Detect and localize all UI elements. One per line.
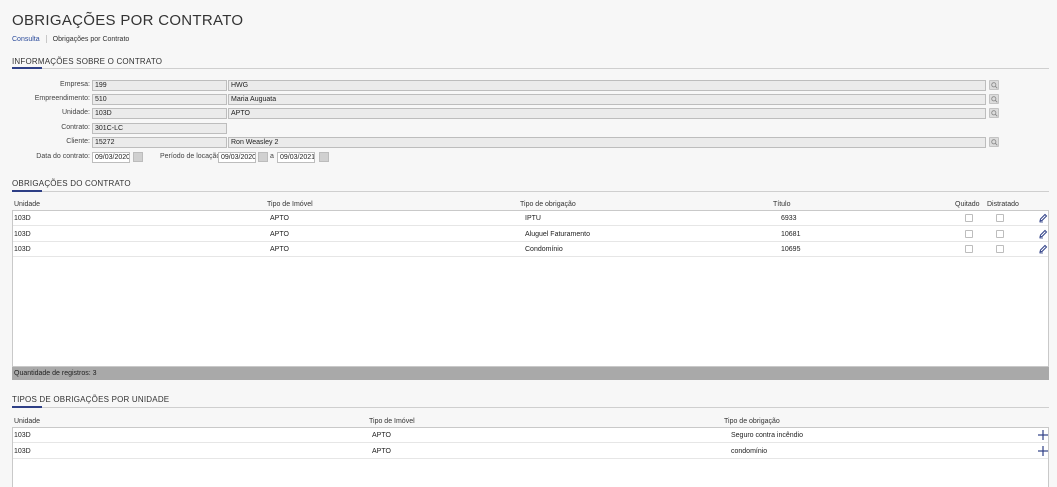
empresa-code-field[interactable]: 199: [92, 80, 227, 91]
cell-titulo: 6933: [781, 215, 797, 222]
col-header-unidade[interactable]: Unidade: [14, 418, 40, 425]
unidade-lookup-button[interactable]: [989, 108, 999, 118]
cell-tipo-obrigacao: IPTU: [525, 215, 541, 222]
page-title: OBRIGAÇÕES POR CONTRATO: [12, 12, 244, 29]
col-header-tipo-obrigacao[interactable]: Tipo de obrigação: [724, 418, 780, 425]
table-row[interactable]: 103D APTO Seguro contra incêndio: [13, 428, 1048, 443]
unidade-code-field[interactable]: 103D: [92, 108, 227, 119]
section-divider: [12, 68, 1049, 69]
breadcrumb: Consulta Obrigações por Contrato: [12, 35, 129, 43]
cell-tipo-imovel: APTO: [270, 246, 289, 253]
tipos-grid: 103D APTO Seguro contra incêndio 103D AP…: [12, 427, 1049, 487]
breadcrumb-current: Obrigações por Contrato: [52, 35, 130, 43]
empresa-label: Empresa:: [60, 81, 90, 88]
row-contrato: Contrato: 301C-LC: [0, 123, 1057, 134]
empresa-lookup-button[interactable]: [989, 80, 999, 90]
col-header-quitado[interactable]: Quitado: [955, 201, 980, 208]
table-row[interactable]: 103D APTO condomínio: [13, 444, 1048, 459]
row-cliente: Cliente: 15272 Ron Weasley 2: [0, 137, 1057, 148]
col-header-tipo-obrigacao[interactable]: Tipo de obrigação: [520, 201, 576, 208]
row-datas: Data do contrato: 09/03/2020 Período de …: [0, 152, 1057, 163]
section-title-obrigacoes: OBRIGAÇÕES DO CONTRATO: [12, 179, 131, 188]
pencil-icon[interactable]: [1038, 244, 1048, 254]
periodo-separator: a: [270, 153, 274, 160]
calendar-icon[interactable]: [319, 152, 329, 162]
periodo-end-field[interactable]: 09/03/2021: [277, 152, 315, 163]
calendar-icon[interactable]: [258, 152, 268, 162]
calendar-icon[interactable]: [133, 152, 143, 162]
records-count-bar: Quantidade de registros: 3: [12, 367, 1049, 380]
distratado-checkbox[interactable]: [996, 214, 1004, 222]
cell-titulo: 10681: [781, 231, 801, 238]
cell-tipo-obrigacao: condomínio: [731, 448, 768, 455]
cell-unidade: 103D: [14, 246, 31, 253]
periodo-label: Período de locação:: [160, 153, 223, 160]
cell-tipo-imovel: APTO: [270, 215, 289, 222]
pencil-icon[interactable]: [1038, 229, 1048, 239]
table-row[interactable]: 103D APTO Aluguel Faturamento 10681: [13, 227, 1048, 242]
section-accent: [12, 67, 42, 69]
cliente-code-field[interactable]: 15272: [92, 137, 227, 148]
cell-tipo-imovel: APTO: [372, 432, 391, 439]
distratado-checkbox[interactable]: [996, 245, 1004, 253]
quitado-checkbox[interactable]: [965, 214, 973, 222]
cell-tipo-imovel: APTO: [270, 231, 289, 238]
cell-unidade: 103D: [14, 215, 31, 222]
cell-unidade: 103D: [14, 231, 31, 238]
col-header-tipo-imovel[interactable]: Tipo de Imóvel: [267, 201, 313, 208]
table-row[interactable]: 103D APTO IPTU 6933: [13, 211, 1048, 226]
pencil-icon[interactable]: [1038, 213, 1048, 223]
section-divider: [12, 191, 1049, 192]
quitado-checkbox[interactable]: [965, 230, 973, 238]
row-empreendimento: Empreendimento: 510 Maria Auguata: [0, 94, 1057, 105]
search-icon: [990, 81, 998, 89]
data-contrato-label: Data do contrato:: [36, 153, 90, 160]
search-icon: [990, 109, 998, 117]
section-title-info: INFORMAÇÕES SOBRE O CONTRATO: [12, 57, 163, 66]
search-icon: [990, 138, 998, 146]
data-contrato-field[interactable]: 09/03/2020: [92, 152, 130, 163]
contrato-label: Contrato:: [61, 124, 90, 131]
plus-icon[interactable]: [1037, 445, 1049, 457]
unidade-label: Unidade:: [61, 109, 90, 116]
periodo-start-field[interactable]: 09/03/2020: [218, 152, 256, 163]
col-header-titulo[interactable]: Título: [773, 201, 791, 208]
section-title-tipos: TIPOS DE OBRIGAÇÕES POR UNIDADE: [12, 395, 170, 404]
empreendimento-lookup-button[interactable]: [989, 94, 999, 104]
section-divider: [12, 407, 1049, 408]
cell-tipo-obrigacao: Seguro contra incêndio: [731, 432, 803, 439]
row-empresa: Empresa: 199 HWG: [0, 80, 1057, 91]
cell-unidade: 103D: [14, 432, 31, 439]
breadcrumb-link-consulta[interactable]: Consulta: [12, 36, 40, 43]
cliente-lookup-button[interactable]: [989, 137, 999, 147]
cliente-label: Cliente:: [66, 138, 90, 145]
search-icon: [990, 95, 998, 103]
cell-unidade: 103D: [14, 448, 31, 455]
unidade-name-field[interactable]: APTO: [228, 108, 986, 119]
section-accent: [12, 190, 42, 192]
table-row[interactable]: 103D APTO Condomínio 10695: [13, 242, 1048, 257]
breadcrumb-separator: [45, 35, 47, 43]
col-header-tipo-imovel[interactable]: Tipo de Imóvel: [369, 418, 415, 425]
row-unidade: Unidade: 103D APTO: [0, 108, 1057, 119]
quitado-checkbox[interactable]: [965, 245, 973, 253]
empresa-name-field[interactable]: HWG: [228, 80, 986, 91]
cell-titulo: 10695: [781, 246, 801, 253]
cell-tipo-obrigacao: Condomínio: [525, 246, 563, 253]
plus-icon[interactable]: [1037, 429, 1049, 441]
empreendimento-name-field[interactable]: Maria Auguata: [228, 94, 986, 105]
cell-tipo-obrigacao: Aluguel Faturamento: [525, 231, 590, 238]
obrigacoes-grid: 103D APTO IPTU 6933 103D APTO Aluguel Fa…: [12, 210, 1049, 367]
distratado-checkbox[interactable]: [996, 230, 1004, 238]
col-header-unidade[interactable]: Unidade: [14, 201, 40, 208]
cell-tipo-imovel: APTO: [372, 448, 391, 455]
empreendimento-label: Empreendimento:: [34, 95, 90, 102]
empreendimento-code-field[interactable]: 510: [92, 94, 227, 105]
cliente-name-field[interactable]: Ron Weasley 2: [228, 137, 986, 148]
contrato-code-field[interactable]: 301C-LC: [92, 123, 227, 134]
col-header-distratado[interactable]: Distratado: [987, 201, 1019, 208]
section-accent: [12, 406, 42, 408]
